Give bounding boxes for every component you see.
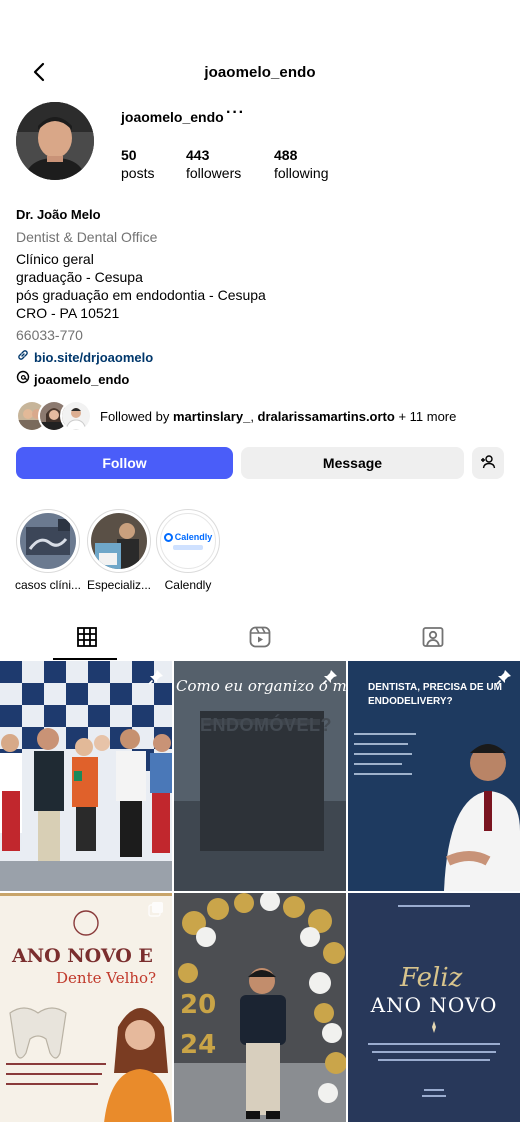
highlight-label: Calendly xyxy=(164,578,212,592)
posts-grid: Como eu organizo o meu ENDOMÓVEL? DENTIS… xyxy=(0,661,520,1122)
calendly-logo-text: Calendly xyxy=(174,532,213,542)
post-headline: DENTISTA, PRECISA DE UM ENDODELIVERY? xyxy=(368,682,502,707)
tagged-icon xyxy=(421,625,445,654)
bio-line: CRO - PA 10521 xyxy=(16,305,120,321)
highlight-item[interactable]: casos clíni... xyxy=(15,509,81,592)
followers-stat[interactable]: 443 followers xyxy=(186,146,241,182)
more-options-icon[interactable]: ··· xyxy=(226,104,245,122)
svg-text:24: 24 xyxy=(180,1030,216,1060)
following-stat[interactable]: 488 following xyxy=(274,146,328,182)
top-bar: joaomelo_endo xyxy=(0,56,520,90)
highlight-label: Especializ... xyxy=(86,578,152,592)
suggested-users-button[interactable] xyxy=(472,447,504,479)
profile-username: joaomelo_endo xyxy=(121,109,224,125)
highlight-ring xyxy=(87,509,151,573)
follow-button[interactable]: Follow xyxy=(16,447,233,479)
post-thumbnail[interactable] xyxy=(0,661,172,891)
highlight-item[interactable]: Calendly Calendly xyxy=(156,509,220,592)
post-thumbnail[interactable]: ANO NOVO E Dente Velho? xyxy=(0,893,172,1122)
following-label: following xyxy=(274,165,329,181)
post-thumbnail[interactable]: DENTISTA, PRECISA DE UM ENDODELIVERY? xyxy=(348,661,520,891)
post-script-text: Feliz xyxy=(400,963,463,993)
highlight-cover: Calendly xyxy=(160,513,216,569)
message-button[interactable]: Message xyxy=(241,447,464,479)
calendly-badge xyxy=(173,545,203,550)
post-headline: ANO NOVO E xyxy=(12,945,153,967)
avatar[interactable] xyxy=(16,102,94,180)
post-headline: ANO NOVO xyxy=(370,993,498,1017)
profile-tabs xyxy=(0,618,520,660)
followed-by-name: dralarissamartins.orto xyxy=(257,408,395,424)
active-tab-indicator xyxy=(53,658,117,660)
tab-posts[interactable] xyxy=(0,618,173,660)
bio-line: graduação - Cesupa xyxy=(16,269,143,285)
highlight-ring: Calendly xyxy=(156,509,220,573)
followers-count: 443 xyxy=(186,147,210,163)
tab-tagged[interactable] xyxy=(346,618,519,660)
followed-by[interactable]: Followed by martinslary_, dralarissamart… xyxy=(16,400,456,432)
highlight-cover xyxy=(91,513,147,569)
bio-line: pós graduação em endodontia - Cesupa xyxy=(16,287,266,303)
followed-by-more: + 11 more xyxy=(394,408,457,424)
add-user-icon xyxy=(480,454,496,473)
category-label: Dentist & Dental Office xyxy=(16,229,158,245)
highlight-label: casos clíni... xyxy=(14,578,82,592)
tab-reels[interactable] xyxy=(173,618,346,660)
post-overlay-text: ENDOMÓVEL? xyxy=(200,715,333,735)
highlight-item[interactable]: Especializ... xyxy=(87,509,151,592)
full-name: Dr. João Melo xyxy=(16,207,101,222)
bio-link-text: bio.site/drjoaomelo xyxy=(34,349,154,365)
followers-label: followers xyxy=(186,165,242,181)
pin-icon xyxy=(322,669,338,690)
post-thumbnail[interactable]: Como eu organizo o meu ENDOMÓVEL? xyxy=(174,661,346,891)
post-headline: Como eu organizo o meu xyxy=(176,677,346,695)
threads-icon xyxy=(16,370,30,389)
bio-line: Clínico geral xyxy=(16,251,94,267)
svg-text:20: 20 xyxy=(180,990,216,1020)
bio-link[interactable]: bio.site/drjoaomelo xyxy=(16,348,153,367)
link-icon xyxy=(16,348,30,367)
highlight-cover xyxy=(20,513,76,569)
followed-by-prefix: Followed by xyxy=(100,408,173,424)
pin-icon xyxy=(496,669,512,690)
highlight-ring xyxy=(16,509,80,573)
page-title: joaomelo_endo xyxy=(204,64,316,81)
post-thumbnail[interactable]: 20 24 xyxy=(174,893,346,1122)
grid-icon xyxy=(76,626,98,653)
posts-count: 50 xyxy=(121,147,137,163)
post-thumbnail[interactable]: Feliz ANO NOVO xyxy=(348,893,520,1122)
post-subline: Dente Velho? xyxy=(56,969,157,987)
threads-handle: joaomelo_endo xyxy=(34,371,130,387)
following-count: 488 xyxy=(274,147,298,163)
postal-code: 66033-770 xyxy=(16,327,83,343)
threads-link[interactable]: joaomelo_endo xyxy=(16,370,129,389)
posts-stat: 50 posts xyxy=(121,146,154,182)
followed-by-text: Followed by martinslary_, dralarissamart… xyxy=(100,409,456,424)
followed-by-name: martinslary_ xyxy=(172,408,251,424)
pin-icon xyxy=(148,669,164,690)
followed-by-separator: , xyxy=(250,408,258,424)
calendly-logo-icon xyxy=(163,532,173,542)
follower-avatar xyxy=(60,400,92,432)
posts-label: posts xyxy=(121,165,155,181)
multiple-images-icon xyxy=(148,901,164,922)
reels-icon xyxy=(248,625,272,654)
